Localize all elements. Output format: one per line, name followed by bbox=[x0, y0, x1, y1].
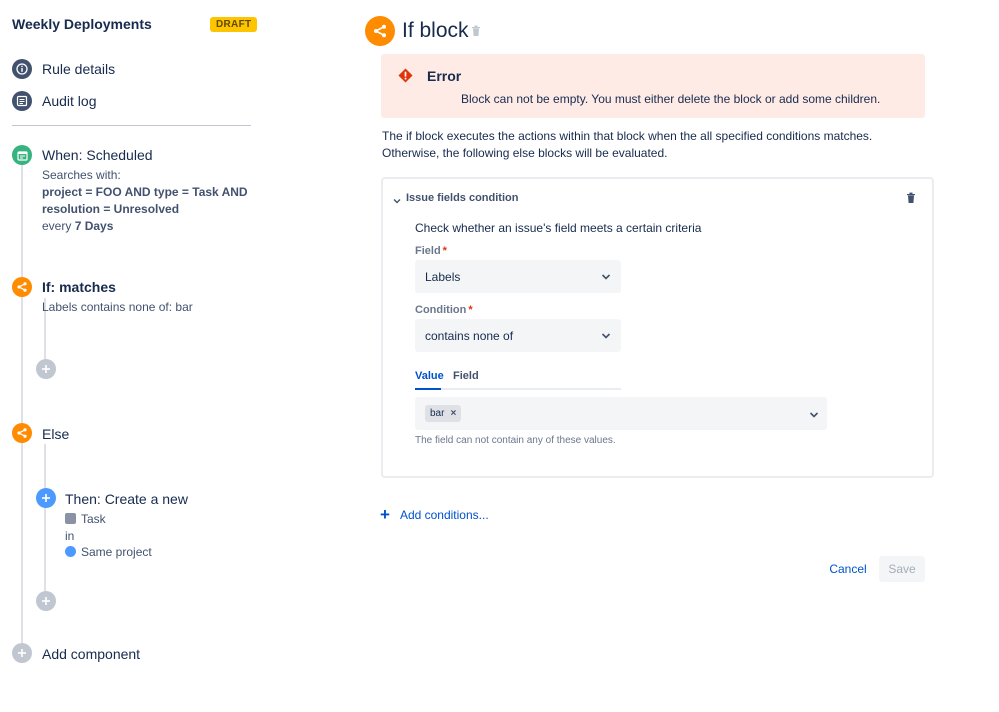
branch-icon[interactable] bbox=[12, 277, 32, 297]
nav-audit-log[interactable]: Audit log bbox=[12, 91, 96, 111]
branch-icon[interactable] bbox=[12, 423, 32, 443]
save-button[interactable]: Save bbox=[879, 556, 925, 582]
trigger-jql: project = FOO AND type = Task AND bbox=[42, 185, 248, 199]
sidebar-divider bbox=[12, 125, 251, 126]
condition-select[interactable]: contains none of bbox=[415, 319, 621, 352]
value-tabs: Value Field bbox=[415, 370, 621, 390]
error-banner: Error Block can not be empty. You must e… bbox=[381, 54, 925, 118]
condition-label-text: Condition bbox=[415, 304, 467, 316]
trigger-jql: resolution = Unresolved bbox=[42, 202, 180, 216]
branch-icon bbox=[365, 16, 395, 46]
chip-label: bar bbox=[430, 408, 445, 419]
trash-icon[interactable] bbox=[471, 25, 481, 40]
trash-icon[interactable] bbox=[906, 192, 916, 207]
condition-description: Check whether an issue's field meets a c… bbox=[415, 221, 702, 235]
if-branch-title[interactable]: If: matches bbox=[42, 279, 116, 295]
error-icon bbox=[398, 68, 413, 86]
add-component-link[interactable]: Add component bbox=[42, 646, 140, 662]
plus-icon: + bbox=[380, 505, 390, 524]
nav-label: Audit log bbox=[42, 93, 97, 109]
trigger-schedule: every 7 Days bbox=[42, 219, 113, 233]
action-project: Same project bbox=[65, 545, 152, 559]
condition-title[interactable]: Issue fields condition bbox=[406, 192, 518, 204]
list-icon bbox=[12, 91, 32, 111]
trigger-searches-label: Searches with: bbox=[42, 168, 121, 182]
if-branch-summary: Labels contains none of: bar bbox=[42, 300, 193, 314]
chevron-down-icon bbox=[601, 330, 611, 344]
values-helper-text: The field can not contain any of these v… bbox=[415, 435, 616, 446]
else-branch-title[interactable]: Else bbox=[42, 426, 69, 442]
tab-value[interactable]: Value bbox=[415, 370, 444, 390]
chevron-down-icon bbox=[601, 271, 611, 285]
branch-line bbox=[44, 444, 46, 600]
add-conditions-label: Add conditions... bbox=[399, 508, 489, 522]
nav-rule-details[interactable]: Rule details bbox=[12, 59, 115, 79]
panel-title: If block bbox=[402, 19, 469, 42]
project-label: Same project bbox=[81, 545, 152, 559]
action-in-label: in bbox=[65, 529, 75, 543]
schedule-prefix: every bbox=[42, 219, 72, 233]
schedule-value: 7 Days bbox=[74, 219, 114, 233]
close-icon[interactable]: × bbox=[450, 408, 456, 419]
issue-type-label: Task bbox=[81, 512, 106, 526]
trigger-title[interactable]: When: Scheduled bbox=[42, 147, 153, 163]
condition-select-value: contains none of bbox=[425, 328, 514, 343]
tab-field[interactable]: Field bbox=[453, 370, 479, 390]
field-label: Field * bbox=[415, 245, 447, 257]
field-select-value: Labels bbox=[425, 269, 461, 284]
plus-icon[interactable] bbox=[36, 488, 56, 508]
field-select[interactable]: Labels bbox=[415, 260, 621, 293]
add-inside-else-icon[interactable] bbox=[36, 591, 56, 611]
condition-card: Issue fields condition Check whether an … bbox=[381, 177, 934, 478]
action-issue-type: Task bbox=[65, 512, 106, 526]
chevron-down-icon[interactable] bbox=[393, 193, 401, 208]
error-heading: Error bbox=[427, 68, 462, 84]
add-conditions-link[interactable]: + Add conditions... bbox=[380, 505, 489, 524]
timeline-line bbox=[21, 160, 23, 655]
error-message: Block can not be empty. You must either … bbox=[461, 92, 881, 106]
condition-label: Condition * bbox=[415, 304, 473, 316]
calendar-icon[interactable] bbox=[12, 145, 32, 165]
task-type-icon bbox=[65, 513, 76, 524]
info-icon bbox=[12, 59, 32, 79]
add-component-icon[interactable] bbox=[12, 643, 32, 663]
field-label-text: Field bbox=[415, 245, 441, 257]
values-multiselect[interactable]: bar × bbox=[415, 397, 827, 430]
add-inside-if-icon[interactable] bbox=[36, 359, 56, 379]
action-title[interactable]: Then: Create a new bbox=[65, 491, 188, 507]
nav-label: Rule details bbox=[42, 61, 116, 77]
cancel-button[interactable]: Cancel bbox=[823, 556, 873, 582]
status-badge: DRAFT bbox=[210, 17, 258, 32]
value-chip: bar × bbox=[425, 405, 462, 422]
chevron-down-icon[interactable] bbox=[809, 408, 819, 423]
rule-title: Weekly Deployments bbox=[12, 16, 152, 32]
project-icon bbox=[65, 546, 76, 557]
panel-description: The if block executes the actions within… bbox=[382, 129, 873, 160]
